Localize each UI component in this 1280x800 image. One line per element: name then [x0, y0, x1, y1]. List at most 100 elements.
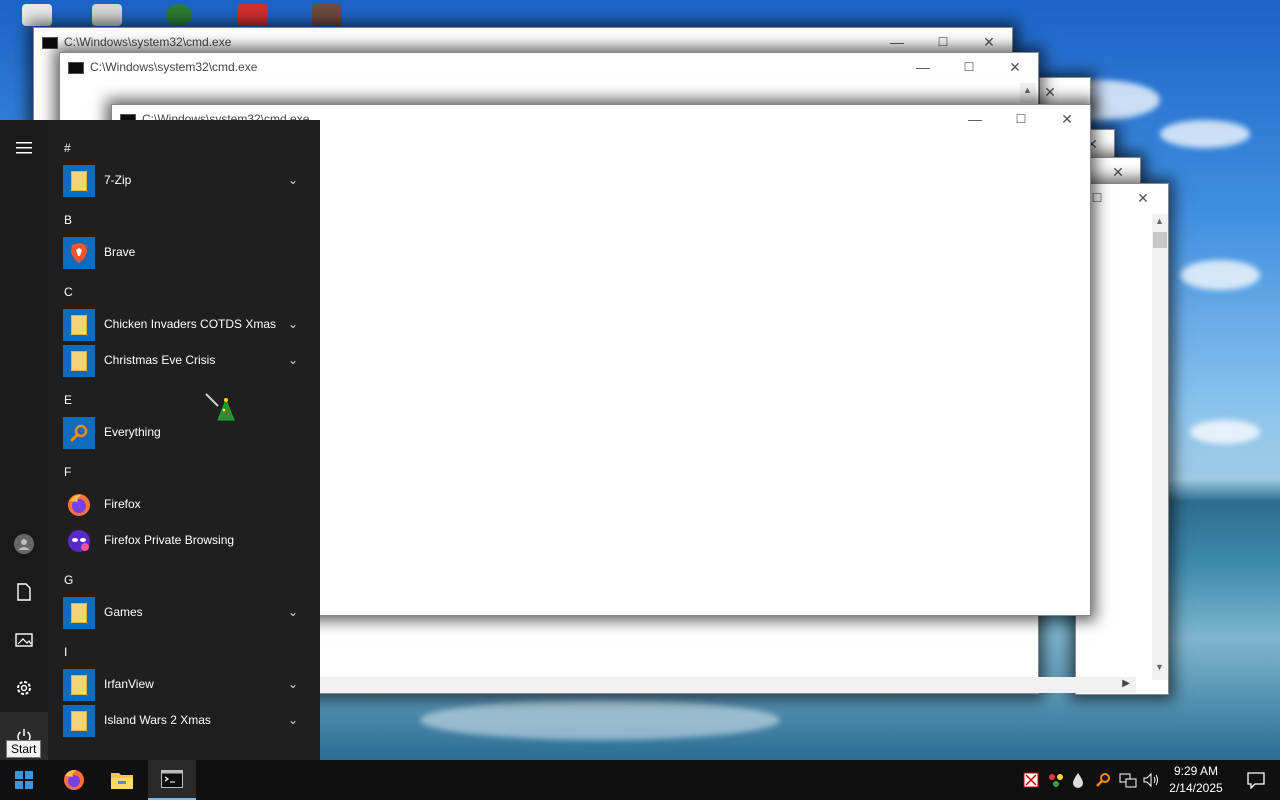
desktop-icon[interactable] — [312, 4, 342, 26]
app-label: IrfanView — [104, 677, 154, 691]
section-header[interactable]: F — [64, 465, 71, 479]
folder-icon — [63, 669, 95, 701]
vertical-scrollbar[interactable]: ▲ ▼ — [1152, 214, 1168, 680]
app-label: Games — [104, 605, 143, 619]
close-icon[interactable]: ✕ — [1098, 158, 1138, 186]
scroll-down-arrow[interactable]: ▼ — [1155, 662, 1164, 672]
documents-icon[interactable] — [0, 568, 48, 616]
network-icon[interactable] — [1119, 772, 1137, 788]
desktop-icon[interactable] — [166, 4, 192, 26]
settings-gear-icon[interactable] — [0, 664, 48, 712]
section-header[interactable]: # — [64, 141, 71, 155]
app-label: 7-Zip — [104, 173, 132, 187]
clock-date: 2/14/2025 — [1169, 781, 1223, 795]
hamburger-menu-icon[interactable] — [0, 124, 48, 172]
scrollbar-thumb[interactable] — [1153, 232, 1167, 248]
chevron-down-icon[interactable]: ⌄ — [288, 677, 298, 691]
start-tooltip: Start — [6, 740, 42, 758]
title-bar[interactable]: C:\Windows\system32\cmd.exe — ☐ ✕ — [34, 28, 1012, 56]
section-header[interactable]: I — [64, 645, 67, 659]
action-center-icon[interactable] — [1232, 760, 1280, 800]
desktop-icon[interactable] — [238, 4, 268, 26]
window-title: C:\Windows\system32\cmd.exe — [64, 35, 232, 49]
close-icon[interactable]: ✕ — [1128, 184, 1158, 212]
water-drop-icon[interactable] — [1071, 772, 1087, 788]
app-item-chicken-invaders[interactable]: Chicken Invaders COTDS Xmas ⌄ — [48, 307, 320, 343]
minimize-button[interactable]: — — [874, 28, 920, 56]
volume-icon[interactable] — [1143, 772, 1159, 788]
network-share-icon[interactable] — [1047, 772, 1063, 788]
section-header[interactable]: C — [64, 285, 73, 299]
desktop-icon[interactable] — [22, 4, 52, 26]
desktop-icon[interactable] — [92, 4, 122, 26]
taskbar-clock[interactable]: 9:29 AM 2/14/2025 — [1160, 763, 1232, 797]
section-header[interactable]: B — [64, 213, 72, 227]
app-item-7-zip[interactable]: 7-Zip ⌄ — [48, 163, 320, 199]
start-menu-rail — [0, 120, 48, 760]
app-label: Christmas Eve Crisis — [104, 353, 216, 367]
app-item-christmas-eve-crisis[interactable]: Christmas Eve Crisis ⌄ — [48, 343, 320, 379]
taskbar-firefox-button[interactable] — [50, 760, 98, 800]
app-item-brave[interactable]: Brave — [48, 235, 320, 271]
christmas-tree-cursor-icon — [204, 392, 238, 429]
minimize-button[interactable]: — — [900, 53, 946, 81]
chevron-down-icon[interactable]: ⌄ — [288, 317, 298, 331]
close-icon[interactable]: ✕ — [1040, 78, 1060, 106]
start-windows-icon — [15, 771, 33, 789]
firefox-icon — [64, 769, 84, 790]
scroll-up-arrow[interactable]: ▲ — [1155, 216, 1164, 226]
start-button[interactable] — [0, 760, 48, 800]
app-item-irfanview[interactable]: IrfanView ⌄ — [48, 667, 320, 703]
chevron-down-icon[interactable]: ⌄ — [288, 173, 298, 187]
window-title: C:\Windows\system32\cmd.exe — [90, 60, 258, 74]
start-menu: # 7-Zip ⌄ B Brave C Chicken Invaders COT… — [0, 120, 320, 760]
app-item-firefox-private-browsing[interactable]: Firefox Private Browsing — [48, 523, 320, 559]
firefox-private-icon — [63, 525, 95, 557]
folder-icon — [63, 597, 95, 629]
scroll-right-arrow[interactable]: ▶ — [1122, 678, 1130, 689]
vertical-scrollbar[interactable]: ▲ — [1020, 83, 1036, 103]
app-item-everything[interactable]: Everything — [48, 415, 320, 451]
app-label: Firefox Private Browsing — [104, 533, 235, 547]
title-bar[interactable]: C:\Windows\system32\cmd.exe — ☐ ✕ — [60, 53, 1038, 81]
taskbar-file-explorer-button[interactable] — [98, 760, 146, 800]
maximize-button[interactable]: ☐ — [998, 105, 1044, 133]
maximize-button[interactable]: ☐ — [920, 28, 966, 56]
pictures-icon[interactable] — [0, 616, 48, 664]
scroll-up-arrow[interactable]: ▲ — [1023, 85, 1032, 95]
cmd-window-stacked[interactable]: ✕ — [1040, 78, 1090, 108]
chevron-down-icon[interactable]: ⌄ — [288, 353, 298, 367]
app-list[interactable]: # 7-Zip ⌄ B Brave C Chicken Invaders COT… — [48, 120, 320, 760]
maximize-button[interactable]: ☐ — [946, 53, 992, 81]
section-header[interactable]: G — [64, 573, 73, 587]
horizontal-scrollbar[interactable]: ▶ — [320, 677, 1136, 693]
close-button[interactable]: ✕ — [966, 28, 1012, 56]
everything-search-icon[interactable] — [1095, 772, 1111, 788]
folder-icon — [63, 309, 95, 341]
app-item-island-wars-2-xmas[interactable]: Island Wars 2 Xmas ⌄ — [48, 703, 320, 739]
file-explorer-icon — [111, 773, 133, 789]
close-button[interactable]: ✕ — [1044, 105, 1090, 133]
everything-search-icon — [63, 417, 95, 449]
app-label: Brave — [104, 245, 136, 259]
app-item-games[interactable]: Games ⌄ — [48, 595, 320, 631]
clock-time: 9:29 AM — [1173, 764, 1219, 778]
cmd-window-stacked[interactable]: ✕ — [1090, 158, 1140, 184]
folder-icon — [63, 165, 95, 197]
security-icon[interactable] — [1023, 772, 1039, 788]
chevron-down-icon[interactable]: ⌄ — [288, 605, 298, 619]
close-button[interactable]: ✕ — [992, 53, 1038, 81]
minimize-button[interactable]: — — [952, 105, 998, 133]
chevron-down-icon[interactable]: ⌄ — [288, 713, 298, 727]
folder-icon — [63, 345, 95, 377]
taskbar: 9:29 AM 2/14/2025 — [0, 760, 1280, 800]
app-label: Firefox — [104, 497, 141, 511]
section-header[interactable]: E — [64, 393, 72, 407]
user-account-icon[interactable] — [0, 520, 48, 568]
cmd-icon — [42, 37, 58, 49]
taskbar-command-prompt-button[interactable] — [148, 760, 196, 800]
app-item-firefox[interactable]: Firefox — [48, 487, 320, 523]
brave-icon — [63, 237, 95, 269]
firefox-icon — [63, 489, 95, 521]
app-label: Island Wars 2 Xmas — [104, 713, 211, 727]
